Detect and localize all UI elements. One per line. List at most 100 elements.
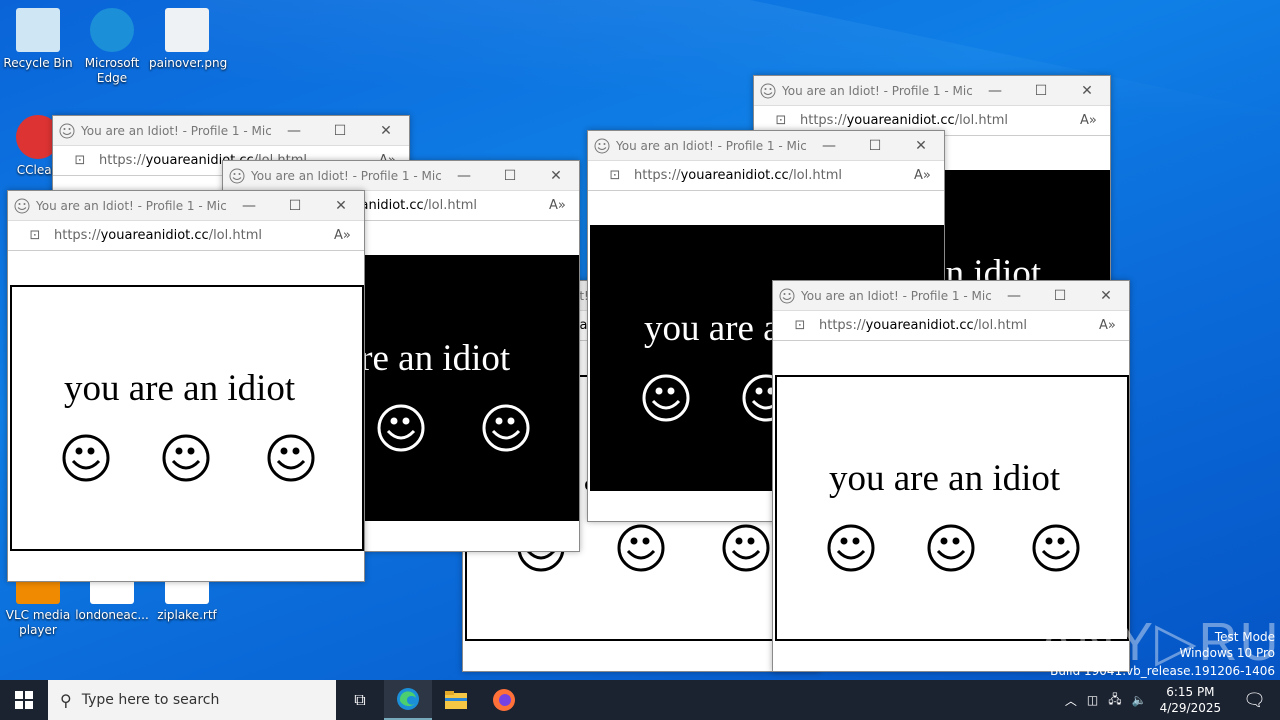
read-aloud-icon[interactable]: A» <box>1099 318 1129 333</box>
url-scheme: https:// <box>634 168 681 183</box>
taskbar-search-box[interactable]: ⚲ Type here to search <box>48 680 336 720</box>
smiley-face-icon <box>482 404 530 452</box>
window-title-bar[interactable]: You are an Idiot! - Profile 1 - Micro...… <box>8 191 364 221</box>
taskbar-firefox-button[interactable] <box>480 680 528 720</box>
idiot-message: you are an idiot <box>829 458 1061 499</box>
windows-logo-icon <box>15 691 33 709</box>
desktop-icon-label: Recycle Bin <box>3 56 73 70</box>
url-scheme: https:// <box>54 228 101 243</box>
maximize-button[interactable]: ☐ <box>317 123 363 139</box>
maximize-button[interactable]: ☐ <box>272 198 318 214</box>
lock-icon: ⊡ <box>609 168 621 183</box>
smiley-face-icon <box>827 524 875 572</box>
window-title: You are an Idiot! - Profile 1 - Micro... <box>782 83 972 98</box>
meet-now-icon[interactable]: ◫ <box>1082 693 1103 707</box>
close-button[interactable]: ✕ <box>533 168 579 184</box>
address-bar[interactable]: ⊡ https://youareanidiot.cc/lol.html A» <box>773 311 1129 341</box>
edge-icon <box>90 8 134 52</box>
recycle-bin-icon <box>16 8 60 52</box>
window-title: You are an Idiot! - Profile 1 - Micro... <box>616 138 806 153</box>
window-title: You are an Idiot! - Profile 1 - Micro... <box>81 123 271 138</box>
desktop-icon-recycle-bin[interactable]: Recycle Bin <box>0 8 76 71</box>
minimize-button[interactable]: — <box>806 138 852 154</box>
url-path: /lol.html <box>954 113 1008 128</box>
folder-icon <box>445 691 467 709</box>
desktop-icon-painover-png[interactable]: painover.png <box>149 8 228 71</box>
desktop-icon-microsoft-edge[interactable]: Microsoft Edge <box>74 8 150 86</box>
smiley-face-icon <box>617 524 665 572</box>
maximize-button[interactable]: ☐ <box>1037 288 1083 304</box>
url-domain: youareanidiot.cc <box>846 113 955 128</box>
desktop-icon-label: ziplake.rtf <box>157 608 217 622</box>
network-icon[interactable]: 🖧 <box>1103 690 1126 711</box>
smiley-face-icon <box>62 434 110 482</box>
address-bar[interactable]: ⊡ https://youareanidiot.cc/lol.html A» <box>588 161 944 191</box>
browser-window[interactable]: You are an Idiot! - Profile 1 - Micro...… <box>7 190 365 582</box>
address-bar[interactable]: ⊡ https://youareanidiot.cc/lol.html A» <box>8 221 364 251</box>
window-title: You are an Idiot! - Profile 1 - Micro... <box>801 288 991 303</box>
show-hidden-icons-chevron-icon[interactable]: ︿ <box>1060 692 1082 709</box>
read-aloud-icon[interactable]: A» <box>549 198 579 213</box>
smiley-favicon-icon <box>594 138 610 153</box>
smiley-favicon-icon <box>14 198 30 213</box>
lock-icon: ⊡ <box>74 153 86 168</box>
url-path: /lol.html <box>208 228 262 243</box>
lock-icon: ⊡ <box>794 318 806 333</box>
lock-icon: ⊡ <box>775 113 787 128</box>
read-aloud-icon[interactable]: A» <box>914 168 944 183</box>
task-view-button[interactable]: ⧉ <box>336 680 384 720</box>
minimize-button[interactable]: — <box>991 288 1037 304</box>
clock[interactable]: 6:15 PM 4/29/2025 <box>1152 684 1230 716</box>
volume-icon[interactable]: 🔈 <box>1127 693 1152 707</box>
minimize-button[interactable]: — <box>441 168 487 184</box>
page-content: you are an idiot <box>10 285 364 551</box>
read-aloud-icon[interactable]: A» <box>1080 113 1110 128</box>
close-button[interactable]: ✕ <box>1064 83 1110 99</box>
window-title-bar[interactable]: You are an Idiot! - Profile 1 - Micro...… <box>754 76 1110 106</box>
url-path: /lol.html <box>973 318 1027 333</box>
url-domain: youareanidiot.cc <box>865 318 974 333</box>
close-button[interactable]: ✕ <box>318 198 364 214</box>
close-button[interactable]: ✕ <box>1083 288 1129 304</box>
image-file-icon <box>165 8 209 52</box>
watermark-build: Build 19041.vb_release.191206-1406 <box>1050 664 1275 678</box>
taskbar-file-explorer-button[interactable] <box>432 680 480 720</box>
search-icon: ⚲ <box>60 690 72 710</box>
minimize-button[interactable]: — <box>226 198 272 214</box>
edge-icon <box>397 688 419 710</box>
notification-center-icon[interactable]: 🗨 <box>1229 690 1280 711</box>
url-text[interactable]: https://youareanidiot.cc/lol.html <box>800 113 1080 128</box>
clock-time: 6:15 PM <box>1166 685 1215 699</box>
minimize-button[interactable]: — <box>972 83 1018 99</box>
minimize-button[interactable]: — <box>271 123 317 139</box>
start-button[interactable] <box>0 680 48 720</box>
smiley-face-icon <box>722 524 770 572</box>
window-title-bar[interactable]: You are an Idiot! - Profile 1 - Micro...… <box>223 161 579 191</box>
lock-icon: ⊡ <box>29 228 41 243</box>
url-domain: youareanidiot.cc <box>100 228 209 243</box>
window-title-bar[interactable]: You are an Idiot! - Profile 1 - Micro...… <box>773 281 1129 311</box>
firefox-icon <box>493 689 515 711</box>
desktop-icon-label: painover.png <box>149 56 228 70</box>
desktop-icon-label: Microsoft Edge <box>84 56 140 85</box>
smiley-face-icon <box>1032 524 1080 572</box>
search-placeholder: Type here to search <box>81 692 220 708</box>
maximize-button[interactable]: ☐ <box>852 138 898 154</box>
smiley-face-icon <box>927 524 975 572</box>
url-text[interactable]: https://youareanidiot.cc/lol.html <box>819 318 1099 333</box>
url-text[interactable]: https://youareanidiot.cc/lol.html <box>634 168 914 183</box>
window-title-bar[interactable]: You are an Idiot! - Profile 1 - Micro...… <box>53 116 409 146</box>
window-title-bar[interactable]: You are an Idiot! - Profile 1 - Micro...… <box>588 131 944 161</box>
system-tray: ︿ ◫ 🖧 🔈 6:15 PM 4/29/2025 🗨 <box>1060 680 1280 720</box>
smiley-favicon-icon <box>59 123 75 138</box>
url-path: /lol.html <box>423 198 477 213</box>
smiley-face-icon <box>267 434 315 482</box>
read-aloud-icon[interactable]: A» <box>334 228 364 243</box>
close-button[interactable]: ✕ <box>363 123 409 139</box>
maximize-button[interactable]: ☐ <box>1018 83 1064 99</box>
close-button[interactable]: ✕ <box>898 138 944 154</box>
maximize-button[interactable]: ☐ <box>487 168 533 184</box>
url-path: /lol.html <box>788 168 842 183</box>
taskbar-edge-button[interactable] <box>384 680 432 720</box>
url-text[interactable]: https://youareanidiot.cc/lol.html <box>54 228 334 243</box>
